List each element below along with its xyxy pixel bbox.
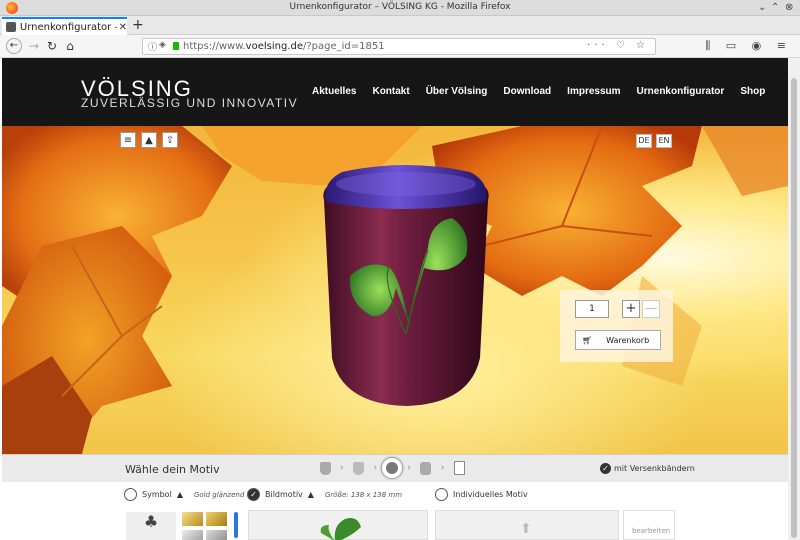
address-bar[interactable]: ⓘ ◈ https://www.voelsing.de/?page_id=185… bbox=[142, 38, 656, 55]
symbol-sublabel: Gold glänzend bbox=[193, 490, 245, 499]
page-actions-icon[interactable]: ··· ♡ ☆ bbox=[587, 40, 649, 51]
nav-aktuelles[interactable]: Aktuelles bbox=[312, 86, 356, 97]
url-text: https://www.voelsing.de/?page_id=1851 bbox=[183, 41, 385, 52]
window-title: Urnenkonfigurator – VÖLSING KG - Mozilla… bbox=[289, 2, 511, 12]
chevron-right-icon: › bbox=[340, 463, 344, 473]
chevron-right-icon: › bbox=[407, 463, 411, 473]
upload-area[interactable]: ⬆ bbox=[435, 510, 619, 540]
navigation-toolbar: ← → ↻ ⌂ ⓘ ◈ https://www.voelsing.de/?pag… bbox=[0, 35, 800, 58]
bildmotiv-label: Bildmotiv bbox=[265, 490, 303, 499]
quantity-minus-button[interactable]: — bbox=[642, 300, 660, 318]
edit-label: bearbeiten bbox=[632, 527, 671, 535]
back-icon[interactable]: ← bbox=[6, 38, 22, 54]
chevron-right-icon: › bbox=[373, 463, 378, 473]
forward-icon[interactable]: → bbox=[26, 38, 42, 54]
option-bildmotiv[interactable]: ✓ Bildmotiv ▲ Größe: 138 x 138 mm bbox=[247, 488, 402, 501]
new-tab-icon[interactable]: + bbox=[132, 17, 144, 33]
menu-icon[interactable]: ≡ bbox=[120, 132, 136, 148]
reload-icon[interactable]: ↻ bbox=[44, 38, 60, 54]
step-motif[interactable] bbox=[381, 457, 404, 479]
individuell-label: Individuelles Motiv bbox=[453, 490, 528, 499]
nav-download[interactable]: Download bbox=[503, 86, 551, 97]
option-symbol[interactable]: Symbol ▲ Gold glänzend bbox=[124, 488, 244, 501]
site-tagline: ZUVERLÄSSIG UND INNOVATIV bbox=[81, 96, 299, 110]
scrollbar-thumb[interactable] bbox=[791, 78, 797, 538]
step-urn-color[interactable] bbox=[348, 457, 370, 479]
bildmotiv-radio[interactable]: ✓ bbox=[247, 488, 260, 501]
main-navigation: Aktuelles Kontakt Über Völsing Download … bbox=[312, 86, 765, 97]
nav-urnenkonfigurator[interactable]: Urnenkonfigurator bbox=[637, 86, 725, 97]
nav-shop[interactable]: Shop bbox=[740, 86, 765, 97]
toolbar-icons[interactable]: ⫼ ▭ ◉ ≡ bbox=[705, 39, 792, 53]
chevron-up-icon[interactable]: ▲ bbox=[177, 490, 183, 499]
silver-swatch[interactable] bbox=[182, 530, 203, 540]
scene-toolbar: ≡ ▲ ⇪ bbox=[120, 132, 178, 148]
urn-preview bbox=[323, 165, 489, 406]
step-lid[interactable] bbox=[415, 457, 437, 479]
gold-swatch[interactable] bbox=[182, 512, 203, 526]
symbol-radio[interactable] bbox=[124, 488, 137, 501]
chevron-up-icon[interactable]: ▲ bbox=[308, 490, 314, 499]
site-favicon-icon bbox=[6, 22, 16, 32]
language-de-button[interactable]: DE bbox=[636, 134, 652, 148]
info-icon[interactable]: ⓘ bbox=[148, 40, 157, 53]
step-summary[interactable] bbox=[448, 457, 470, 479]
step-title: Wähle dein Motiv bbox=[125, 463, 220, 476]
individuell-radio[interactable] bbox=[435, 488, 448, 501]
symbol-label: Symbol bbox=[142, 490, 172, 499]
quantity-plus-button[interactable]: + bbox=[622, 300, 640, 318]
language-en-button[interactable]: EN bbox=[656, 134, 672, 148]
add-to-cart-button[interactable]: 🛒︎ Warenkorb bbox=[575, 330, 661, 350]
close-window-icon[interactable]: ⊗ bbox=[785, 2, 793, 13]
motif-options: Symbol ▲ Gold glänzend ✓ Bildmotiv ▲ Grö… bbox=[2, 482, 788, 540]
site-header: VÖLSING ZUVERLÄSSIG UND INNOVATIV Aktuel… bbox=[2, 58, 788, 126]
nav-ueber-voelsing[interactable]: Über Völsing bbox=[426, 86, 488, 97]
step-urn-shape[interactable] bbox=[314, 457, 336, 479]
nav-impressum[interactable]: Impressum bbox=[567, 86, 620, 97]
bildmotiv-size: Größe: 138 x 138 mm bbox=[324, 490, 403, 499]
symbol-gallery: ♣ bbox=[124, 510, 240, 540]
page-scrollbar[interactable] bbox=[788, 58, 800, 540]
tab-urnenkonfigurator[interactable]: Urnenkonfigurator – ✕ bbox=[2, 17, 127, 35]
tab-label: Urnenkonfigurator – bbox=[19, 21, 117, 33]
step-indicator: › › › › bbox=[314, 457, 470, 479]
edit-button[interactable]: bearbeiten bbox=[623, 510, 675, 540]
cart-label: Warenkorb bbox=[606, 335, 650, 345]
maximize-icon[interactable]: ⌃ bbox=[771, 2, 779, 13]
silver-swatch[interactable] bbox=[206, 530, 227, 540]
bands-label: mit Versenkbändern bbox=[614, 464, 695, 473]
minimize-icon[interactable]: ⌄ bbox=[758, 2, 766, 13]
cart-icon: 🛒︎ bbox=[582, 335, 593, 345]
option-individuell[interactable]: Individuelles Motiv bbox=[435, 488, 528, 501]
check-icon: ✓ bbox=[600, 463, 611, 474]
window-titlebar: Urnenkonfigurator – VÖLSING KG - Mozilla… bbox=[0, 0, 800, 16]
versenkbaender-option[interactable]: ✓ mit Versenkbändern bbox=[600, 463, 695, 474]
chevron-right-icon: › bbox=[440, 463, 445, 473]
tree-symbol-icon[interactable]: ♣ bbox=[126, 512, 176, 540]
ginkgo-motif-icon bbox=[320, 518, 361, 540]
home-icon[interactable]: ⌂ bbox=[62, 38, 78, 54]
image-icon[interactable]: ▲ bbox=[141, 132, 157, 148]
nav-kontakt[interactable]: Kontakt bbox=[372, 86, 409, 97]
close-tab-icon[interactable]: ✕ bbox=[119, 22, 127, 33]
upload-arrow-icon: ⬆ bbox=[520, 521, 532, 537]
lock-icon bbox=[173, 42, 179, 50]
bildmotiv-preview[interactable] bbox=[248, 510, 428, 540]
tab-strip: Urnenkonfigurator – ✕ + bbox=[0, 16, 800, 35]
configurator-scene: ≡ ▲ ⇪ DE EN 1 + — 🛒︎ Warenkorb bbox=[2, 126, 788, 454]
tracking-shield-icon[interactable]: ◈ bbox=[159, 40, 166, 50]
quantity-input[interactable]: 1 bbox=[575, 300, 609, 318]
step-bar: Wähle dein Motiv › › › › ✓ mit Versenkbä… bbox=[2, 454, 788, 482]
cart-panel: 1 + — 🛒︎ Warenkorb bbox=[560, 290, 673, 362]
upload-icon[interactable]: ⇪ bbox=[162, 132, 178, 148]
gold-swatch[interactable] bbox=[206, 512, 227, 526]
gallery-scrollbar[interactable] bbox=[234, 512, 238, 538]
document-icon bbox=[453, 461, 465, 475]
